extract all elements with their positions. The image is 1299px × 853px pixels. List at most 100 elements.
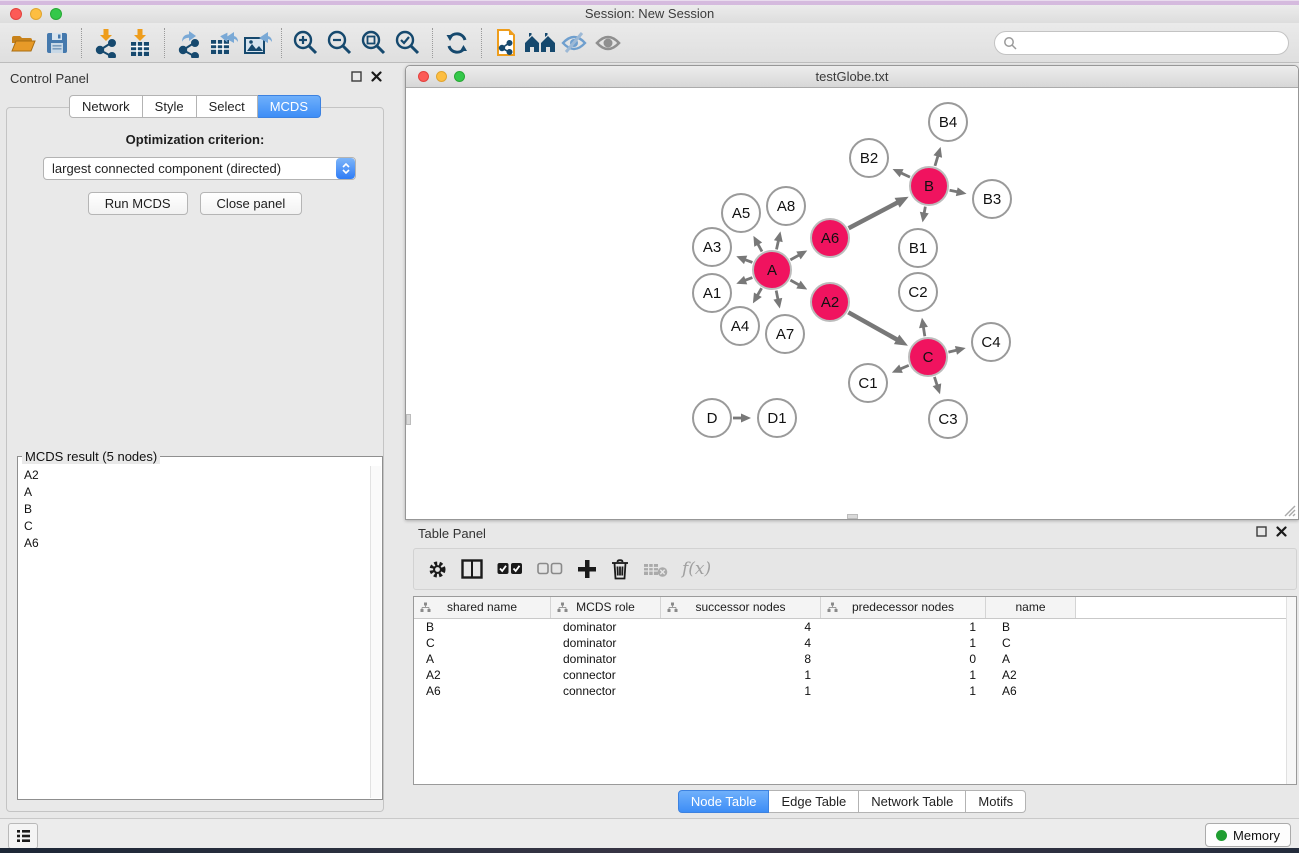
search-input[interactable] bbox=[994, 31, 1289, 55]
table-cell[interactable]: A bbox=[414, 651, 551, 667]
table-scrollbar[interactable] bbox=[1286, 597, 1296, 784]
graph-edge-B-B3[interactable] bbox=[950, 190, 958, 192]
table-cell[interactable]: 1 bbox=[821, 667, 986, 683]
table-cell[interactable]: A6 bbox=[414, 683, 551, 699]
graph-edge-C-C4[interactable] bbox=[948, 350, 957, 352]
vertical-scroll-nub[interactable] bbox=[406, 414, 411, 425]
column-header-mcds-role[interactable]: MCDS role bbox=[551, 597, 661, 618]
export-image-icon[interactable] bbox=[240, 26, 274, 60]
table-cell[interactable]: 0 bbox=[821, 651, 986, 667]
criterion-dropdown[interactable]: largest connected component (directed) bbox=[43, 157, 356, 180]
zoom-selected-icon[interactable] bbox=[391, 26, 425, 60]
control-tab-mcds[interactable]: MCDS bbox=[258, 95, 321, 118]
table-cell[interactable]: A2 bbox=[986, 667, 1076, 683]
table-row[interactable]: Cdominator41C bbox=[414, 635, 1296, 651]
table-tab-edge-table[interactable]: Edge Table bbox=[769, 790, 859, 813]
graph-edge-A-A2[interactable] bbox=[790, 280, 799, 285]
graph-edge-B-B1[interactable] bbox=[924, 207, 925, 214]
table-cell[interactable]: C bbox=[414, 635, 551, 651]
table-cell[interactable]: 1 bbox=[821, 619, 986, 635]
export-table-icon[interactable] bbox=[206, 26, 240, 60]
graph-edge-A-A3[interactable] bbox=[745, 260, 753, 263]
function-builder-icon[interactable]: f(x) bbox=[682, 559, 711, 579]
control-tab-network[interactable]: Network bbox=[69, 95, 143, 118]
clear-table-icon[interactable] bbox=[643, 561, 668, 578]
first-neighbors-icon[interactable] bbox=[523, 26, 557, 60]
table-cell[interactable]: dominator bbox=[551, 619, 661, 635]
table-row[interactable]: A2connector11A2 bbox=[414, 667, 1296, 683]
titlebar[interactable]: Session: New Session bbox=[0, 5, 1299, 23]
zoom-fit-icon[interactable] bbox=[357, 26, 391, 60]
control-tab-select[interactable]: Select bbox=[197, 95, 258, 118]
import-network-icon[interactable] bbox=[89, 26, 123, 60]
save-session-icon[interactable] bbox=[40, 26, 74, 60]
graph-edge-A-A4[interactable] bbox=[757, 288, 761, 295]
hide-selected-icon[interactable] bbox=[557, 26, 591, 60]
table-cell[interactable]: 1 bbox=[661, 683, 821, 699]
mcds-result-item[interactable]: A2 bbox=[19, 466, 370, 483]
graph-edge-B-B2[interactable] bbox=[901, 173, 910, 177]
graph-edge-A2-C[interactable] bbox=[848, 312, 897, 340]
close-panel-icon[interactable] bbox=[371, 71, 382, 82]
horizontal-scroll-nub[interactable] bbox=[847, 514, 858, 519]
run-mcds-button[interactable]: Run MCDS bbox=[88, 192, 188, 215]
table-cell[interactable]: A bbox=[986, 651, 1076, 667]
network-window-titlebar[interactable]: testGlobe.txt bbox=[406, 66, 1298, 88]
table-row[interactable]: Adominator80A bbox=[414, 651, 1296, 667]
mcds-result-item[interactable]: C bbox=[19, 517, 370, 534]
import-table-icon[interactable] bbox=[123, 26, 157, 60]
select-all-icon[interactable] bbox=[497, 562, 523, 576]
float-table-panel-icon[interactable] bbox=[1256, 526, 1267, 537]
graph-edge-A-A6[interactable] bbox=[790, 255, 799, 260]
table-tab-node-table[interactable]: Node Table bbox=[678, 790, 770, 813]
zoom-in-icon[interactable] bbox=[289, 26, 323, 60]
table-cell[interactable]: 1 bbox=[821, 635, 986, 651]
network-graph[interactable]: B4B2BB3A8A5A6A3B1AC2A1A2A4A7C4CC1DD1C3 bbox=[406, 88, 1298, 519]
column-header-successor-nodes[interactable]: successor nodes bbox=[661, 597, 821, 618]
table-cell[interactable]: 1 bbox=[661, 667, 821, 683]
table-settings-gear-icon[interactable] bbox=[428, 560, 447, 579]
graph-edge-C-C2[interactable] bbox=[923, 327, 924, 337]
graph-edge-A-A5[interactable] bbox=[758, 244, 762, 252]
table-tab-motifs[interactable]: Motifs bbox=[966, 790, 1026, 813]
float-panel-icon[interactable] bbox=[351, 71, 362, 82]
add-column-icon[interactable] bbox=[577, 559, 597, 579]
network-canvas[interactable]: B4B2BB3A8A5A6A3B1AC2A1A2A4A7C4CC1DD1C3 bbox=[406, 88, 1298, 519]
delete-column-icon[interactable] bbox=[611, 559, 629, 580]
table-cell[interactable]: connector bbox=[551, 683, 661, 699]
open-file-icon[interactable] bbox=[6, 26, 40, 60]
table-tab-network-table[interactable]: Network Table bbox=[859, 790, 966, 813]
mcds-result-item[interactable]: A bbox=[19, 483, 370, 500]
table-cell[interactable]: 1 bbox=[821, 683, 986, 699]
table-cell[interactable]: B bbox=[986, 619, 1076, 635]
table-cell[interactable]: B bbox=[414, 619, 551, 635]
memory-button[interactable]: Memory bbox=[1205, 823, 1291, 847]
mcds-result-item[interactable]: B bbox=[19, 500, 370, 517]
close-table-panel-icon[interactable] bbox=[1276, 526, 1287, 537]
close-panel-button[interactable]: Close panel bbox=[200, 192, 303, 215]
deselect-all-icon[interactable] bbox=[537, 562, 563, 576]
column-header-predecessor-nodes[interactable]: predecessor nodes bbox=[821, 597, 986, 618]
zoom-out-icon[interactable] bbox=[323, 26, 357, 60]
graph-edge-A-A8[interactable] bbox=[776, 240, 778, 249]
mcds-result-item[interactable]: A6 bbox=[19, 534, 370, 551]
show-all-icon[interactable] bbox=[591, 26, 625, 60]
control-tab-style[interactable]: Style bbox=[143, 95, 197, 118]
task-history-button[interactable] bbox=[8, 823, 38, 849]
graph-edge-C-C3[interactable] bbox=[934, 377, 937, 386]
show-columns-icon[interactable] bbox=[461, 559, 483, 579]
graph-edge-A6-B[interactable] bbox=[849, 202, 898, 228]
graph-edge-B-B4[interactable] bbox=[935, 156, 938, 166]
table-cell[interactable]: C bbox=[986, 635, 1076, 651]
table-cell[interactable]: A2 bbox=[414, 667, 551, 683]
table-cell[interactable]: dominator bbox=[551, 635, 661, 651]
graph-edge-C-C1[interactable] bbox=[900, 365, 909, 369]
result-list-scrollbar[interactable] bbox=[370, 466, 381, 798]
new-network-from-selection-icon[interactable] bbox=[489, 26, 523, 60]
table-cell[interactable]: 8 bbox=[661, 651, 821, 667]
table-row[interactable]: A6connector11A6 bbox=[414, 683, 1296, 699]
table-cell[interactable]: A6 bbox=[986, 683, 1076, 699]
table-row[interactable]: Bdominator41B bbox=[414, 619, 1296, 635]
refresh-icon[interactable] bbox=[440, 26, 474, 60]
table-cell[interactable]: connector bbox=[551, 667, 661, 683]
